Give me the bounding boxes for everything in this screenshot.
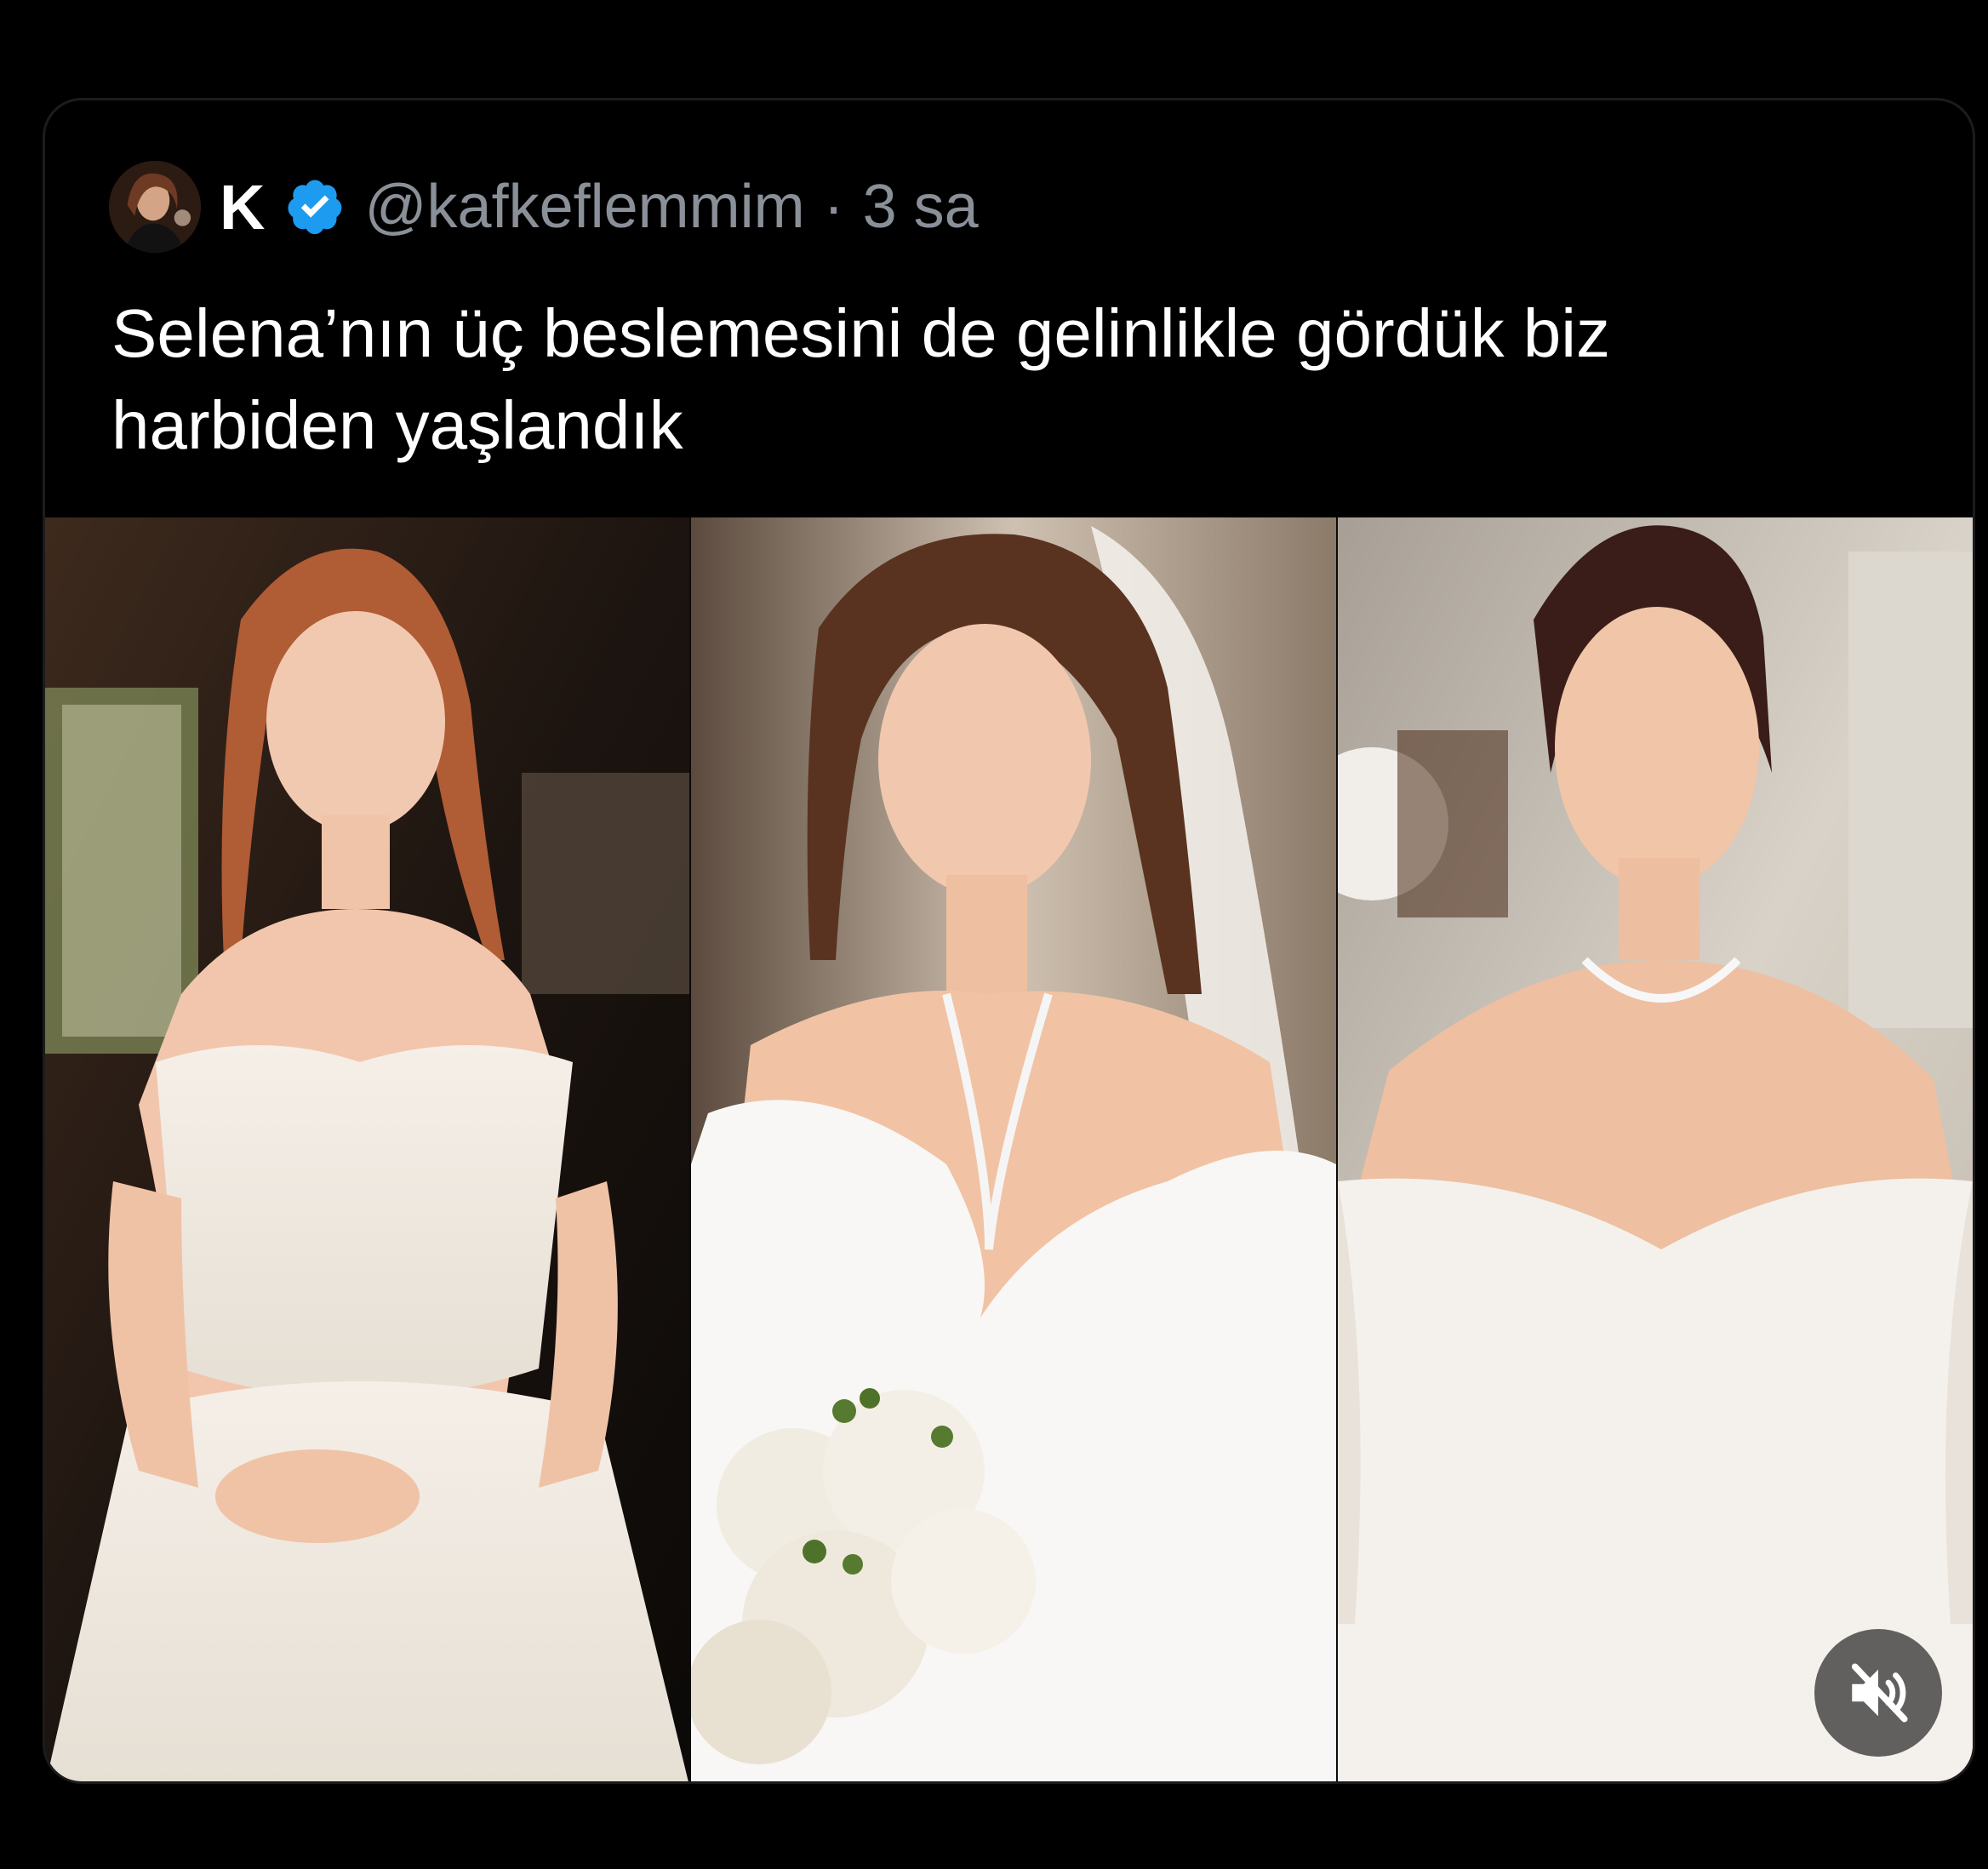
author-name[interactable]: K bbox=[220, 171, 266, 243]
author-handle[interactable]: @kafkeflemmim bbox=[364, 172, 804, 242]
meta-separator: · bbox=[823, 173, 844, 241]
tweet-header: K @kafkeflemmim · 3 sa bbox=[109, 160, 979, 254]
tweet-card[interactable]: K @kafkeflemmim · 3 sa Selena’nın üç bes… bbox=[43, 98, 1975, 1784]
speaker-muted-icon bbox=[1851, 1663, 1908, 1723]
bride-photo-image bbox=[691, 517, 1336, 1781]
tweet-media[interactable] bbox=[45, 517, 1973, 1781]
bride-photo-image bbox=[45, 517, 689, 1781]
verified-badge-icon bbox=[288, 180, 342, 235]
avatar-image bbox=[109, 161, 201, 253]
bride-photo-image bbox=[1338, 517, 1973, 1781]
author-avatar[interactable] bbox=[109, 161, 201, 253]
media-photo-2[interactable] bbox=[689, 517, 1338, 1781]
mute-toggle-button[interactable] bbox=[1814, 1629, 1942, 1757]
tweet-timestamp[interactable]: 3 sa bbox=[863, 172, 979, 242]
media-photo-1[interactable] bbox=[45, 517, 689, 1781]
media-photo-3[interactable] bbox=[1338, 517, 1973, 1781]
tweet-text: Selena’nın üç beslemesini de gelinlikle … bbox=[111, 295, 1611, 463]
